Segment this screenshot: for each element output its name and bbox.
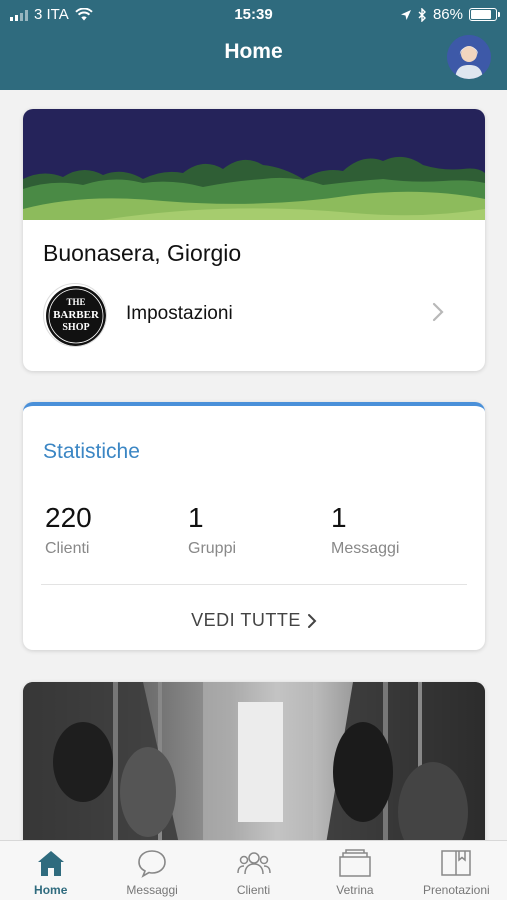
tab-label: Vetrina bbox=[336, 883, 374, 897]
tab-label: Clienti bbox=[236, 883, 271, 897]
top-bar: 3 ITA 15:39 86% Home bbox=[0, 0, 507, 90]
battery-icon bbox=[469, 8, 500, 21]
user-avatar-icon bbox=[447, 35, 491, 79]
see-all-label: VEDI TUTTE bbox=[191, 610, 301, 630]
tab-bookings[interactable]: Prenotazioni bbox=[406, 841, 507, 900]
svg-text:SHOP: SHOP bbox=[62, 322, 89, 333]
chevron-right-icon bbox=[307, 614, 317, 628]
profile-avatar[interactable] bbox=[447, 35, 491, 79]
stat-label: Gruppi bbox=[188, 540, 237, 557]
see-all-button[interactable]: VEDI TUTTE bbox=[23, 610, 485, 631]
tab-messages[interactable]: Messaggi bbox=[101, 841, 202, 900]
tab-bar: Home Messaggi Clienti Vetrina Prenotazio… bbox=[0, 840, 507, 900]
location-arrow-icon bbox=[400, 9, 411, 20]
tab-home[interactable]: Home bbox=[0, 841, 101, 900]
status-bar: 3 ITA 15:39 86% bbox=[0, 0, 507, 30]
page-title: Home bbox=[224, 40, 283, 63]
stat-label: Clienti bbox=[45, 540, 90, 557]
stat-value: 1 bbox=[331, 502, 347, 533]
home-icon bbox=[37, 851, 64, 876]
tab-showcase[interactable]: Vetrina bbox=[304, 841, 405, 900]
welcome-card: Buonasera, Giorgio THE BARBER SHOP Impos… bbox=[23, 109, 485, 371]
greeting-text: Buonasera, Giorgio bbox=[43, 240, 242, 266]
chevron-right-icon bbox=[432, 302, 444, 322]
svg-text:BARBER: BARBER bbox=[53, 309, 100, 321]
settings-row[interactable]: THE BARBER SHOP Impostazioni bbox=[23, 281, 485, 351]
battery-percent: 86% bbox=[432, 6, 463, 23]
tab-label: Messaggi bbox=[126, 883, 178, 897]
night-landscape-illustration bbox=[23, 109, 485, 220]
bluetooth-icon bbox=[418, 7, 426, 22]
subway-commuters-photo bbox=[23, 682, 485, 862]
stat-value: 220 bbox=[45, 502, 92, 533]
tab-clients[interactable]: Clienti bbox=[203, 841, 304, 900]
people-icon bbox=[236, 852, 271, 875]
stat-value: 1 bbox=[188, 502, 204, 533]
tab-label: Home bbox=[34, 883, 68, 897]
svg-text:THE: THE bbox=[66, 297, 85, 307]
stat-messages: 1 Messaggi bbox=[331, 502, 399, 558]
stat-clients: 220 Clienti bbox=[45, 502, 92, 558]
photo-card[interactable] bbox=[23, 682, 485, 862]
book-icon bbox=[441, 850, 472, 876]
stat-groups: 1 Gruppi bbox=[188, 502, 236, 558]
statistics-card: Statistiche 220 Clienti 1 Gruppi 1 Messa… bbox=[23, 402, 485, 650]
showcase-icon bbox=[339, 849, 371, 877]
divider bbox=[41, 584, 467, 585]
barbershop-logo: THE BARBER SHOP bbox=[43, 283, 107, 347]
chat-bubble-icon bbox=[138, 850, 166, 878]
settings-label: Impostazioni bbox=[126, 303, 233, 324]
tab-label: Prenotazioni bbox=[422, 883, 490, 897]
stat-label: Messaggi bbox=[331, 540, 400, 557]
statistics-title: Statistiche bbox=[43, 440, 140, 463]
